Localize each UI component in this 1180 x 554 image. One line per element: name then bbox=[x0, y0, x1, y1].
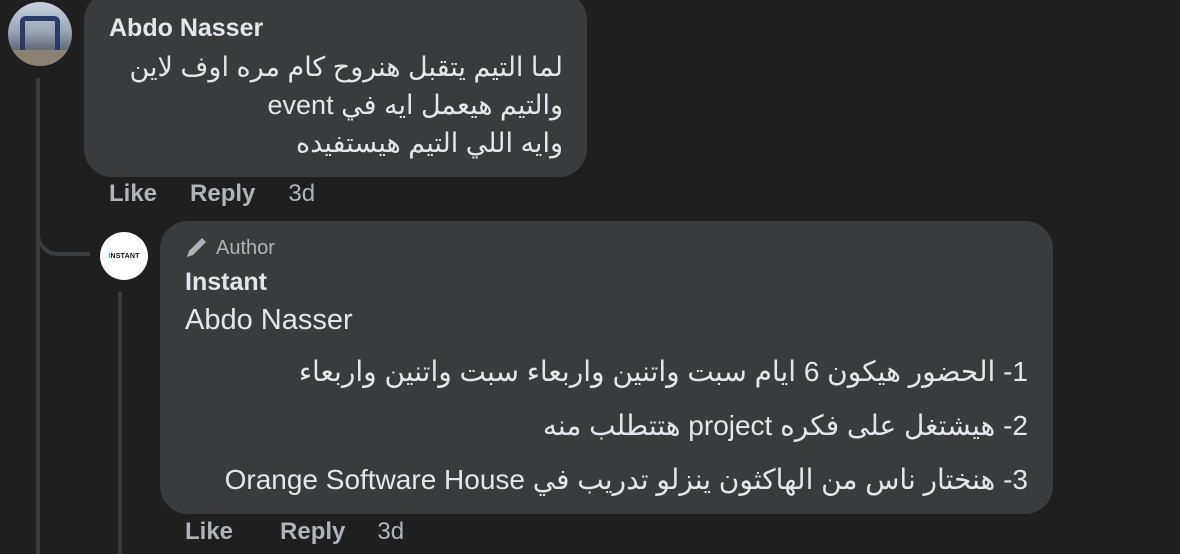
author-badge: Author bbox=[184, 236, 275, 260]
badge-label: Author bbox=[216, 236, 275, 259]
like-button[interactable]: Like bbox=[109, 180, 157, 208]
reply-line: 3- هنختار ناس من الهاكثون ينزلو تدريب في… bbox=[224, 464, 1028, 495]
timestamp[interactable]: 3d bbox=[288, 180, 315, 208]
pencil-icon bbox=[184, 236, 208, 260]
comment-line: وايه اللي التيم هيستفيده bbox=[296, 128, 563, 158]
reply-author-name[interactable]: Instant bbox=[185, 268, 267, 297]
mention-tag[interactable]: Abdo Nasser bbox=[185, 304, 353, 337]
comment-author-name[interactable]: Abdo Nasser bbox=[109, 14, 263, 43]
reply-actions: Like Reply 3d bbox=[185, 518, 404, 546]
comment-thread: Abdo Nasser لما التيم يتقبل هنروح كام مر… bbox=[0, 0, 1180, 554]
reply-line: 1- الحضور هيكون 6 ايام سبت واتنين واربعا… bbox=[298, 356, 1028, 387]
avatar[interactable]: INSTANT bbox=[100, 232, 148, 280]
comment-line: والتيم هيعمل ايه في event bbox=[267, 90, 563, 120]
comment-text: لما التيم يتقبل هنروح كام مره اوف لاين و… bbox=[93, 48, 563, 162]
avatar[interactable] bbox=[8, 2, 72, 66]
reply-button[interactable]: Reply bbox=[190, 180, 255, 208]
thread-line bbox=[36, 78, 40, 554]
timestamp[interactable]: 3d bbox=[377, 518, 404, 546]
thread-connector bbox=[36, 222, 90, 256]
reply-line: 2- هيشتغل على فكره project هتتطلب منه bbox=[542, 410, 1028, 441]
comment-actions: Like Reply 3d bbox=[109, 180, 315, 208]
reply-text: 1- الحضور هيكون 6 ايام سبت واتنين واربعا… bbox=[168, 352, 1028, 514]
comment-line: لما التيم يتقبل هنروح كام مره اوف لاين bbox=[129, 52, 563, 82]
reply-button[interactable]: Reply bbox=[280, 518, 345, 546]
avatar-photo bbox=[20, 16, 60, 50]
brand-logo: INSTANT bbox=[108, 252, 140, 260]
reply-thread-line bbox=[118, 292, 122, 554]
like-button[interactable]: Like bbox=[185, 518, 233, 546]
